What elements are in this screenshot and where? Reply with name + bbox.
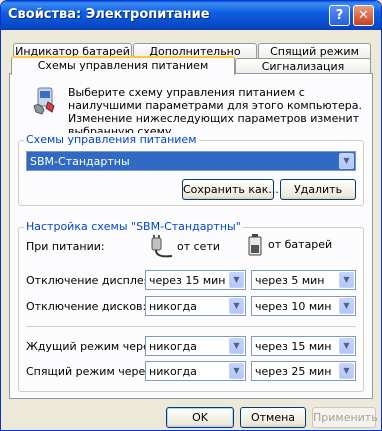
- row-standby-label: Ждущий режим через:: [26, 340, 160, 353]
- chevron-down-icon[interactable]: ▼: [339, 338, 354, 354]
- hibernate-ac-select[interactable]: никогда ▼: [145, 361, 246, 381]
- standby-ac-select[interactable]: никогда ▼: [145, 336, 246, 356]
- standby-battery-select[interactable]: через 15 мин ▼: [251, 336, 356, 356]
- close-button[interactable]: ✕: [353, 5, 374, 26]
- schemes-group-label: Схемы управления питанием: [24, 133, 199, 146]
- hibernate-battery-select[interactable]: через 25 мин ▼: [251, 361, 356, 381]
- row-hibernate-label: Спящий режим через:: [26, 365, 155, 378]
- chevron-down-icon[interactable]: ▼: [229, 363, 244, 379]
- cancel-button[interactable]: Отмена: [240, 407, 306, 428]
- intro-text: Выберите схему управления питанием с наи…: [68, 86, 363, 138]
- save-as-button[interactable]: Сохранить как...: [182, 179, 279, 200]
- ac-plug-icon: [148, 234, 176, 260]
- properties-window: Свойства: Электропитание ? ✕ Индикатор б…: [0, 0, 382, 431]
- chevron-down-icon[interactable]: ▼: [229, 298, 244, 314]
- window-title: Свойства: Электропитание: [8, 7, 210, 22]
- chevron-down-icon[interactable]: ▼: [339, 272, 354, 288]
- chevron-down-icon[interactable]: ▼: [339, 298, 354, 314]
- display-battery-value: через 5 мин: [255, 274, 325, 287]
- hibernate-ac-value: никогда: [149, 365, 197, 378]
- ac-label: от сети: [177, 240, 221, 253]
- apply-button[interactable]: Применить: [312, 407, 378, 428]
- hibernate-battery-value: через 25 мин: [255, 365, 332, 378]
- disks-ac-select[interactable]: никогда ▼: [145, 296, 246, 316]
- display-ac-select[interactable]: через 15 мин ▼: [145, 270, 246, 290]
- disks-ac-value: никогда: [149, 300, 197, 313]
- help-button[interactable]: ?: [329, 5, 350, 26]
- tab-power-schemes[interactable]: Схемы управления питанием: [11, 56, 235, 75]
- when-label: При питании:: [26, 240, 105, 253]
- chevron-down-icon[interactable]: ▼: [229, 272, 244, 288]
- ok-button[interactable]: OK: [166, 407, 234, 428]
- disks-battery-select[interactable]: через 10 мин ▼: [251, 296, 356, 316]
- row-disks-label: Отключение дисков:: [26, 300, 147, 313]
- standby-ac-value: никогда: [149, 340, 197, 353]
- display-battery-select[interactable]: через 5 мин ▼: [251, 270, 356, 290]
- settings-separator: [26, 326, 356, 328]
- scheme-select-value: SBM-Стандартны: [30, 155, 130, 168]
- tab-panel: Выберите схему управления питанием с наи…: [9, 73, 373, 399]
- delete-button[interactable]: Удалить: [280, 179, 356, 200]
- battery-icon: [248, 234, 262, 256]
- title-bar[interactable]: Свойства: Электропитание ? ✕: [1, 1, 381, 30]
- standby-battery-value: через 15 мин: [255, 340, 332, 353]
- settings-group-label: Настройка схемы "SBM-Стандартны": [24, 220, 243, 233]
- row-display-label: Отключение дисплея:: [26, 274, 154, 287]
- chevron-down-icon[interactable]: ▼: [339, 363, 354, 379]
- disks-battery-value: через 10 мин: [255, 300, 332, 313]
- chevron-down-icon[interactable]: ▼: [229, 338, 244, 354]
- display-ac-value: через 15 мин: [149, 274, 226, 287]
- power-plan-icon: [30, 86, 58, 116]
- chevron-down-icon[interactable]: ▼: [339, 153, 354, 169]
- scheme-select[interactable]: SBM-Стандартны ▼: [26, 151, 356, 171]
- battery-label: от батарей: [268, 238, 333, 251]
